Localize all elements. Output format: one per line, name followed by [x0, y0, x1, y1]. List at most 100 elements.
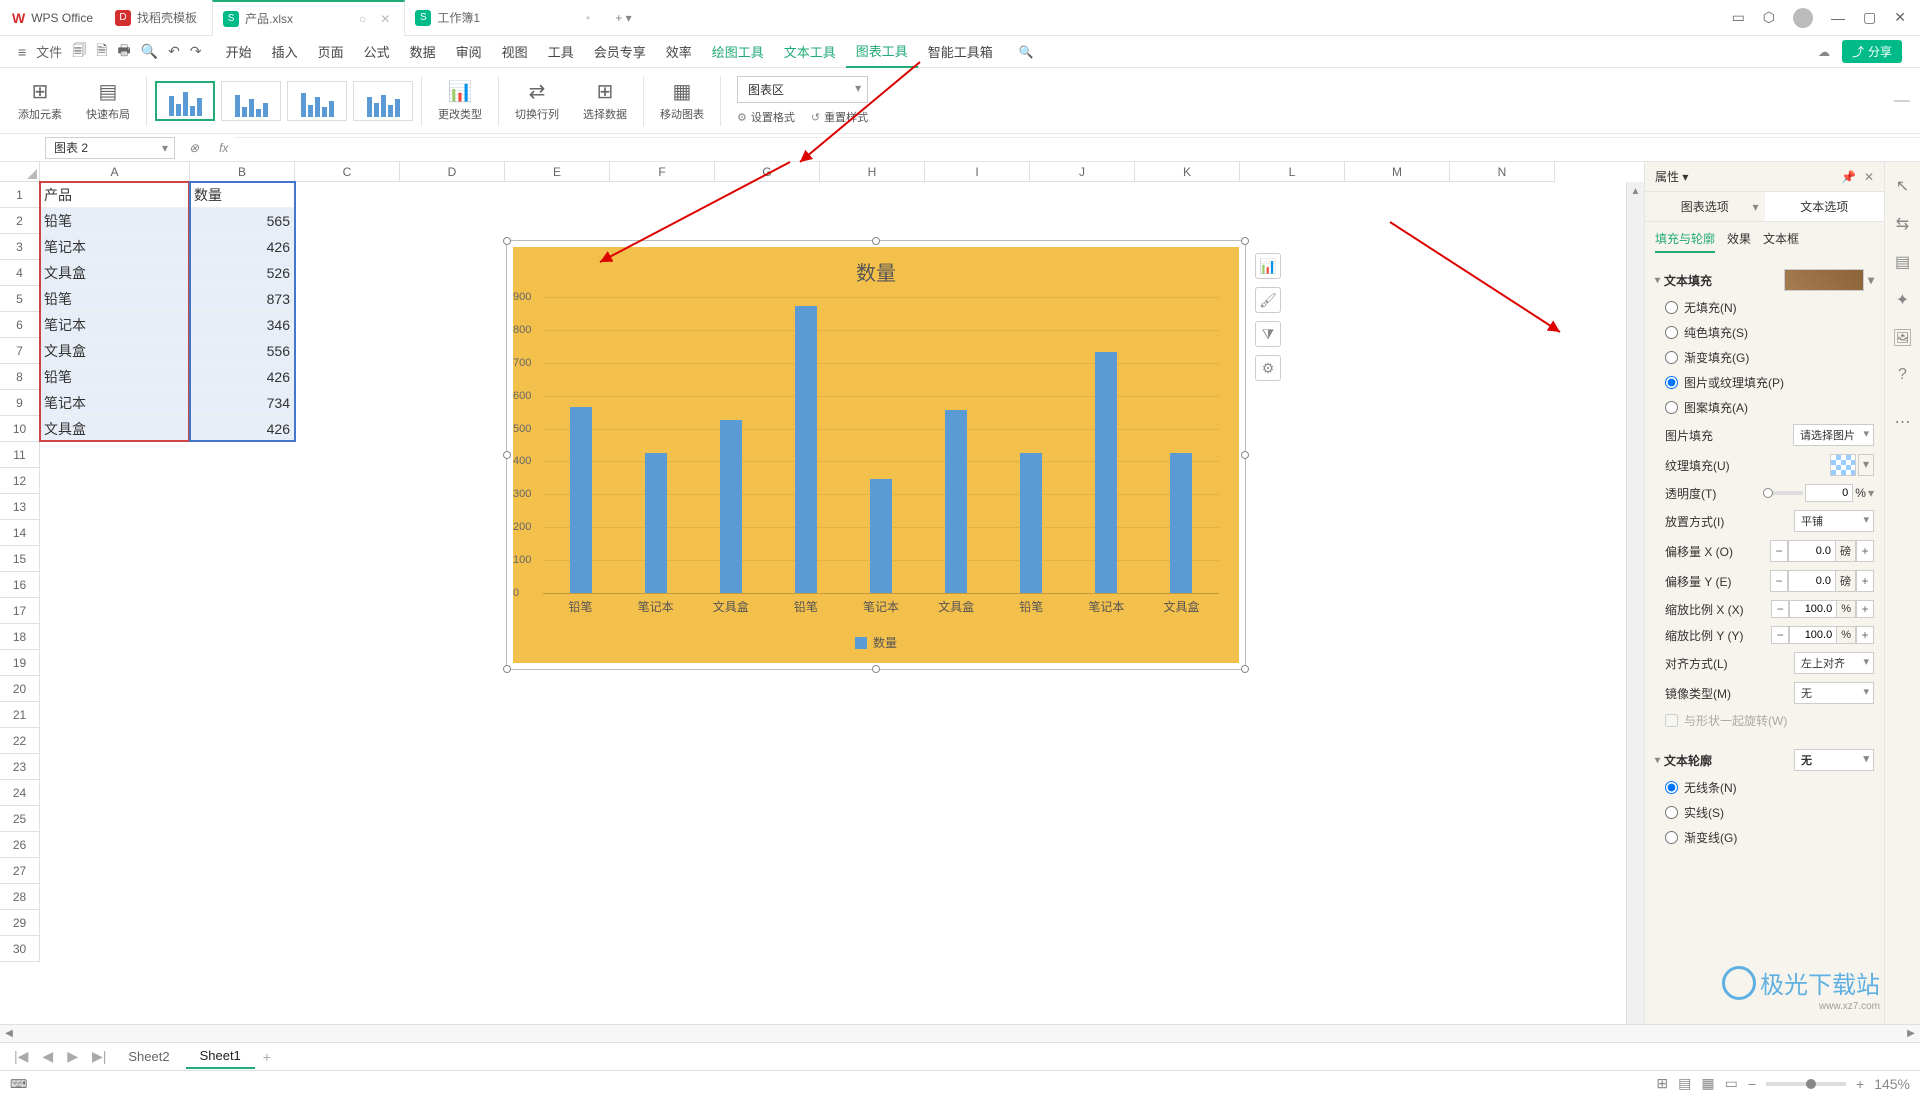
- row-header[interactable]: 13: [0, 494, 40, 520]
- formula-input[interactable]: [234, 137, 1920, 159]
- col-header[interactable]: N: [1450, 162, 1555, 182]
- chart-area-dropdown[interactable]: 图表区: [737, 76, 868, 103]
- preview-icon[interactable]: 🔍: [141, 43, 158, 60]
- menu-文本工具[interactable]: 文本工具: [774, 36, 846, 68]
- row-header[interactable]: 5: [0, 286, 40, 312]
- radio-solid[interactable]: [1665, 326, 1678, 339]
- view-break-icon[interactable]: ▦: [1701, 1075, 1714, 1092]
- image-icon[interactable]: 🖼: [1892, 328, 1912, 348]
- menu-图表工具[interactable]: 图表工具: [846, 36, 918, 68]
- maximize-icon[interactable]: ▢: [1863, 9, 1876, 26]
- sheet-area[interactable]: ABCDEFGHIJKLMN 1234567891011121314151617…: [0, 162, 1644, 1024]
- radio-no-line[interactable]: [1665, 781, 1678, 794]
- row-header[interactable]: 25: [0, 806, 40, 832]
- sub-effect[interactable]: 效果: [1727, 230, 1751, 253]
- share-button[interactable]: ⤴ 分享: [1842, 40, 1902, 63]
- row-header[interactable]: 6: [0, 312, 40, 338]
- chart-object[interactable]: 数量 0100200300400500600700800900铅笔笔记本文具盒铅…: [506, 240, 1246, 670]
- row-header[interactable]: 26: [0, 832, 40, 858]
- tab-chart-options[interactable]: 图表选项▾: [1645, 192, 1765, 222]
- menu-会员专享[interactable]: 会员专享: [584, 36, 656, 68]
- row-header[interactable]: 10: [0, 416, 40, 442]
- zoom-out[interactable]: −: [1748, 1076, 1756, 1092]
- row-header[interactable]: 7: [0, 338, 40, 364]
- col-header[interactable]: F: [610, 162, 715, 182]
- radio-pattern[interactable]: [1665, 401, 1678, 414]
- col-header[interactable]: B: [190, 162, 295, 182]
- switch-rc[interactable]: ⇄切换行列: [507, 79, 567, 122]
- chart-filter-icon[interactable]: ⧩: [1255, 321, 1281, 347]
- row-header[interactable]: 17: [0, 598, 40, 624]
- change-type[interactable]: 📊更改类型: [430, 79, 490, 122]
- chart-gear-icon[interactable]: ⚙: [1255, 355, 1281, 381]
- print-icon[interactable]: 🖶: [117, 40, 130, 64]
- fx-cancel-icon[interactable]: ⊗: [175, 141, 213, 155]
- chart-brush-icon[interactable]: 🖌: [1255, 287, 1281, 313]
- fx-icon[interactable]: fx: [213, 141, 234, 155]
- reader-icon[interactable]: ▭: [1732, 9, 1745, 26]
- col-header[interactable]: K: [1135, 162, 1240, 182]
- quick-layout[interactable]: ▤快速布局: [78, 79, 138, 122]
- radio-pic-texture[interactable]: [1665, 376, 1678, 389]
- sheet-tab-sheet1[interactable]: Sheet1: [186, 1044, 255, 1069]
- radio-solid-line[interactable]: [1665, 806, 1678, 819]
- redo-icon[interactable]: ↷: [190, 43, 202, 60]
- tab-menu-icon[interactable]: ○: [359, 12, 366, 26]
- sub-fill-outline[interactable]: 填充与轮廓: [1655, 230, 1715, 253]
- mirror-dd[interactable]: 无: [1794, 682, 1874, 704]
- row-header[interactable]: 20: [0, 676, 40, 702]
- row-header[interactable]: 9: [0, 390, 40, 416]
- col-header[interactable]: M: [1345, 162, 1450, 182]
- row-header[interactable]: 23: [0, 754, 40, 780]
- tab-product[interactable]: S产品.xlsx○✕: [212, 0, 405, 36]
- saveas-icon[interactable]: 🗎: [96, 40, 107, 64]
- menu-智能工具箱[interactable]: 智能工具箱: [918, 36, 1003, 68]
- tab-workbook1[interactable]: S工作簿1•: [405, 0, 605, 36]
- row-header[interactable]: 14: [0, 520, 40, 546]
- sparkle-icon[interactable]: ✦: [1896, 290, 1909, 310]
- layout-icon[interactable]: ▤: [1895, 252, 1910, 272]
- minimize-icon[interactable]: —: [1831, 10, 1845, 26]
- chart-title[interactable]: 数量: [513, 247, 1239, 286]
- texture-swatch[interactable]: [1830, 454, 1856, 476]
- pin-icon[interactable]: 📌: [1841, 170, 1856, 184]
- row-header[interactable]: 8: [0, 364, 40, 390]
- help-icon[interactable]: ?: [1898, 366, 1907, 384]
- menu-公式[interactable]: 公式: [354, 36, 400, 68]
- more-icon[interactable]: ⋯: [1895, 412, 1911, 432]
- align-dd[interactable]: 左上对齐: [1794, 652, 1874, 674]
- select-data[interactable]: ⊞选择数据: [575, 79, 635, 122]
- col-header[interactable]: L: [1240, 162, 1345, 182]
- name-box[interactable]: 图表 2: [45, 137, 175, 159]
- col-header[interactable]: E: [505, 162, 610, 182]
- menu-审阅[interactable]: 审阅: [446, 36, 492, 68]
- menu-开始[interactable]: 开始: [216, 36, 262, 68]
- move-chart[interactable]: ▦移动图表: [652, 79, 712, 122]
- sheet-nav-next[interactable]: ▶: [61, 1048, 84, 1065]
- settings-icon[interactable]: ⇆: [1896, 214, 1909, 234]
- place-dd[interactable]: 平铺: [1794, 510, 1874, 532]
- vertical-scrollbar[interactable]: ▲: [1626, 182, 1644, 1024]
- row-header[interactable]: 11: [0, 442, 40, 468]
- menu-绘图工具[interactable]: 绘图工具: [702, 36, 774, 68]
- col-header[interactable]: C: [295, 162, 400, 182]
- tab-template[interactable]: D找稻壳模板: [105, 0, 212, 36]
- avatar-icon[interactable]: [1793, 8, 1813, 28]
- row-header[interactable]: 1: [0, 182, 40, 208]
- reset-style-button[interactable]: ↺重置样式: [811, 109, 868, 125]
- sheet-add[interactable]: +: [257, 1049, 277, 1065]
- pic-select-dd[interactable]: 请选择图片: [1793, 424, 1874, 446]
- menu-页面[interactable]: 页面: [308, 36, 354, 68]
- menu-视图[interactable]: 视图: [492, 36, 538, 68]
- chart-styles[interactable]: [155, 81, 413, 121]
- menu-插入[interactable]: 插入: [262, 36, 308, 68]
- sheet-tab-sheet2[interactable]: Sheet2: [114, 1045, 183, 1068]
- row-header[interactable]: 21: [0, 702, 40, 728]
- sheet-nav-prev[interactable]: ◀: [36, 1048, 59, 1065]
- panel-close-icon[interactable]: ✕: [1864, 170, 1874, 184]
- menu-数据[interactable]: 数据: [400, 36, 446, 68]
- search-icon[interactable]: 🔍: [1019, 45, 1034, 59]
- menu-效率[interactable]: 效率: [656, 36, 702, 68]
- menu-工具[interactable]: 工具: [538, 36, 584, 68]
- cursor-icon[interactable]: ↖: [1896, 176, 1909, 196]
